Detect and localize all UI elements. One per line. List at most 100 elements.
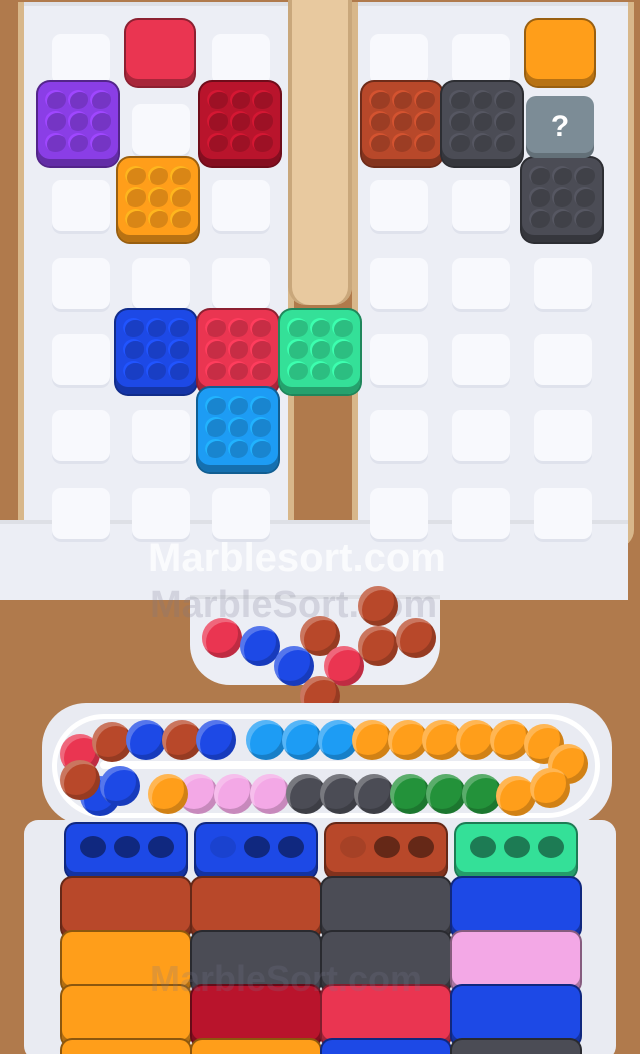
right-grid-slot [452, 334, 510, 388]
right-grid-slot [370, 410, 428, 464]
container-box[interactable] [322, 1040, 450, 1054]
container-box[interactable] [322, 932, 450, 992]
empty-slot [470, 836, 496, 858]
marble-dots [287, 318, 353, 380]
track-marble-inner [250, 774, 290, 814]
purple-block[interactable] [38, 82, 118, 166]
container-box[interactable] [62, 1040, 190, 1054]
container-box[interactable] [62, 986, 190, 1046]
container-box[interactable] [62, 932, 190, 992]
right-grid-slot [452, 180, 510, 234]
right-grid-slot [534, 410, 592, 464]
left-grid-slot [212, 258, 270, 312]
orange-block-flat[interactable] [526, 20, 594, 86]
cyan-block[interactable] [198, 388, 278, 472]
empty-slot [244, 836, 270, 858]
marble-dots [125, 166, 191, 228]
orange-block[interactable] [118, 158, 198, 242]
question-mark-icon: ? [550, 110, 570, 143]
empty-slot [278, 836, 304, 858]
track-marble-outer [126, 720, 166, 760]
left-grid-slot [52, 488, 110, 542]
filled-slot [340, 836, 366, 858]
marble-dots [449, 90, 515, 152]
filled-slot [210, 836, 236, 858]
left-grid-slot [52, 410, 110, 464]
marble-dots [369, 90, 435, 152]
right-grid-slot [534, 334, 592, 388]
charcoal-block[interactable] [442, 82, 522, 166]
funnel-marble [396, 618, 436, 658]
track-marble-outer [196, 720, 236, 760]
marble-dots [529, 166, 595, 228]
left-grid-slot [52, 258, 110, 312]
game-stage: ? Marblesort.com MarbleSort.com MarbleSo… [0, 0, 640, 1054]
track-marble-inner [390, 774, 430, 814]
container-box[interactable] [62, 878, 190, 938]
container-box[interactable] [322, 878, 450, 938]
left-grid-slot [132, 410, 190, 464]
container-box[interactable] [192, 1040, 320, 1054]
container-box[interactable] [192, 878, 320, 938]
marble-dots [45, 90, 111, 152]
right-grid-slot [452, 34, 510, 88]
mystery-block[interactable]: ? [526, 96, 594, 158]
marble-dots [207, 90, 273, 152]
funnel-marble [358, 586, 398, 626]
left-grid-slot [212, 488, 270, 542]
right-grid-slot [452, 410, 510, 464]
blue-block[interactable] [116, 310, 196, 394]
track-marble-inner [354, 774, 394, 814]
container-box[interactable] [452, 932, 580, 992]
red-block-flat[interactable] [126, 20, 194, 86]
container-box[interactable] [196, 824, 316, 878]
brown-block[interactable] [362, 82, 442, 166]
container-box[interactable] [66, 824, 186, 878]
track-marble-inner [148, 774, 188, 814]
right-grid-slot [370, 180, 428, 234]
left-grid-slot [212, 34, 270, 88]
left-grid-slot [52, 34, 110, 88]
right-grid-slot [370, 34, 428, 88]
container-box[interactable] [192, 932, 320, 992]
red-block[interactable] [198, 310, 278, 394]
right-grid-slot [534, 488, 592, 542]
track-marble-inner [530, 768, 570, 808]
left-grid-slot [132, 258, 190, 312]
left-grid-slot [132, 488, 190, 542]
container-box[interactable] [452, 1040, 580, 1054]
center-divider [288, 0, 352, 305]
track-marble-inner [100, 766, 140, 806]
container-box[interactable] [322, 986, 450, 1046]
container-box[interactable] [456, 824, 576, 878]
marble-dots [205, 318, 271, 380]
empty-slot [80, 836, 106, 858]
empty-slot [408, 836, 434, 858]
marble-dots [205, 396, 271, 458]
empty-slot [538, 836, 564, 858]
container-box[interactable] [192, 986, 320, 1046]
right-grid-slot [452, 488, 510, 542]
right-grid-slot [370, 258, 428, 312]
container-box[interactable] [452, 986, 580, 1046]
crimson-block[interactable] [200, 82, 280, 166]
left-grid-slot [132, 104, 190, 158]
left-grid-slot [52, 180, 110, 234]
left-grid-slot [52, 334, 110, 388]
green-block[interactable] [280, 310, 360, 394]
marble-dots [123, 318, 189, 380]
funnel-marble [202, 618, 242, 658]
track-marble-outer [246, 720, 286, 760]
container-box[interactable] [326, 824, 446, 878]
conveyor-divider [100, 761, 540, 769]
empty-slot [148, 836, 174, 858]
track-marble-outer [352, 720, 392, 760]
container-box[interactable] [452, 878, 580, 938]
right-grid-slot [534, 258, 592, 312]
left-grid-slot [212, 180, 270, 234]
track-marble-outer [282, 720, 322, 760]
empty-slot [374, 836, 400, 858]
right-grid-slot [452, 258, 510, 312]
track-marble-inner [426, 774, 466, 814]
charcoal-block-lower[interactable] [522, 158, 602, 242]
